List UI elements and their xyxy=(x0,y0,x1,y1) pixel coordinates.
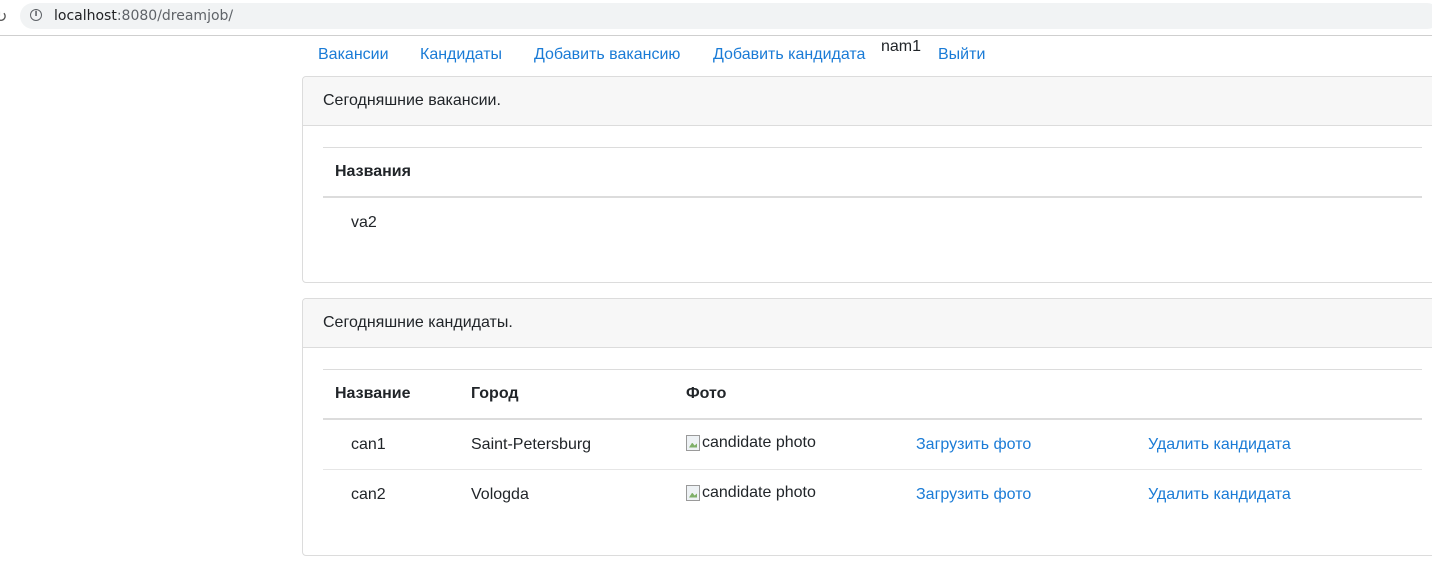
candidate-photo-alt: candidate photo xyxy=(702,483,816,501)
broken-image-icon xyxy=(686,484,700,501)
table-row: va2 xyxy=(323,197,1422,247)
table-header-row: Название Город Фото xyxy=(323,369,1422,420)
candidate-photo-alt: candidate photo xyxy=(702,433,816,451)
delete-candidate-link[interactable]: Удалить кандидата xyxy=(1148,486,1291,503)
browser-address-bar: ↻ i localhost:8080/dreamjob/ xyxy=(0,0,1432,36)
upload-photo-link[interactable]: Загрузить фото xyxy=(916,436,1031,453)
delete-cell: Удалить кандидата xyxy=(1148,470,1422,520)
column-header-name: Название xyxy=(323,369,471,420)
candidate-name: can2 xyxy=(351,485,386,503)
upload-photo-link[interactable]: Загрузить фото xyxy=(916,486,1031,503)
column-header-city: Город xyxy=(471,369,686,420)
nav-link-logout[interactable]: Выйти xyxy=(938,46,985,64)
candidate-photo-cell: candidate photo xyxy=(686,419,916,470)
candidate-city: Saint-Petersburg xyxy=(471,419,686,470)
column-header-upload xyxy=(916,369,1148,420)
vacancies-card: Сегодняшние вакансии. Названия va2 xyxy=(302,76,1432,283)
vacancies-table: Названия va2 xyxy=(323,147,1422,247)
delete-cell: Удалить кандидата xyxy=(1148,419,1422,470)
current-user-name: nam1 xyxy=(881,38,922,55)
nav-link-add-vacancy[interactable]: Добавить вакансию xyxy=(534,46,680,64)
column-header-name: Названия xyxy=(323,147,1422,198)
table-header-row: Названия xyxy=(323,147,1422,198)
delete-candidate-link[interactable]: Удалить кандидата xyxy=(1148,436,1291,453)
nav-link-add-candidate[interactable]: Добавить кандидата xyxy=(713,46,865,64)
candidates-card: Сегодняшние кандидаты. Название Город Фо… xyxy=(302,298,1432,556)
upload-cell: Загрузить фото xyxy=(916,470,1148,520)
candidate-name: can1 xyxy=(323,419,471,470)
url-host: localhost xyxy=(54,8,117,24)
vacancies-card-title: Сегодняшние вакансии. xyxy=(303,77,1432,126)
candidate-photo: candidate photo xyxy=(686,434,816,452)
candidate-photo-cell: candidate photo xyxy=(686,470,916,520)
reload-icon[interactable]: ↻ xyxy=(0,7,7,27)
column-header-delete xyxy=(1148,369,1422,420)
info-icon[interactable]: i xyxy=(30,9,42,21)
candidate-city: Vologda xyxy=(471,485,529,503)
candidates-card-title: Сегодняшние кандидаты. xyxy=(303,299,1432,348)
candidates-table: Название Город Фото can1 Saint-Petersbur… xyxy=(323,369,1422,519)
url-path: :8080/dreamjob/ xyxy=(116,8,234,24)
column-header-photo: Фото xyxy=(686,369,916,420)
nav-link-candidates[interactable]: Кандидаты xyxy=(420,46,502,64)
table-row: can1 Saint-Petersburg candidate photo За… xyxy=(323,419,1422,470)
candidate-photo: candidate photo xyxy=(686,484,816,502)
url-field[interactable]: i localhost:8080/dreamjob/ xyxy=(20,3,1432,29)
upload-cell: Загрузить фото xyxy=(916,419,1148,470)
vacancy-name: va2 xyxy=(351,213,377,231)
url-text: localhost:8080/dreamjob/ xyxy=(54,8,233,24)
nav-link-vacancies[interactable]: Вакансии xyxy=(318,46,389,64)
broken-image-icon xyxy=(686,434,700,451)
table-row: can2 Vologda candidate photo Загрузить ф… xyxy=(323,470,1422,520)
